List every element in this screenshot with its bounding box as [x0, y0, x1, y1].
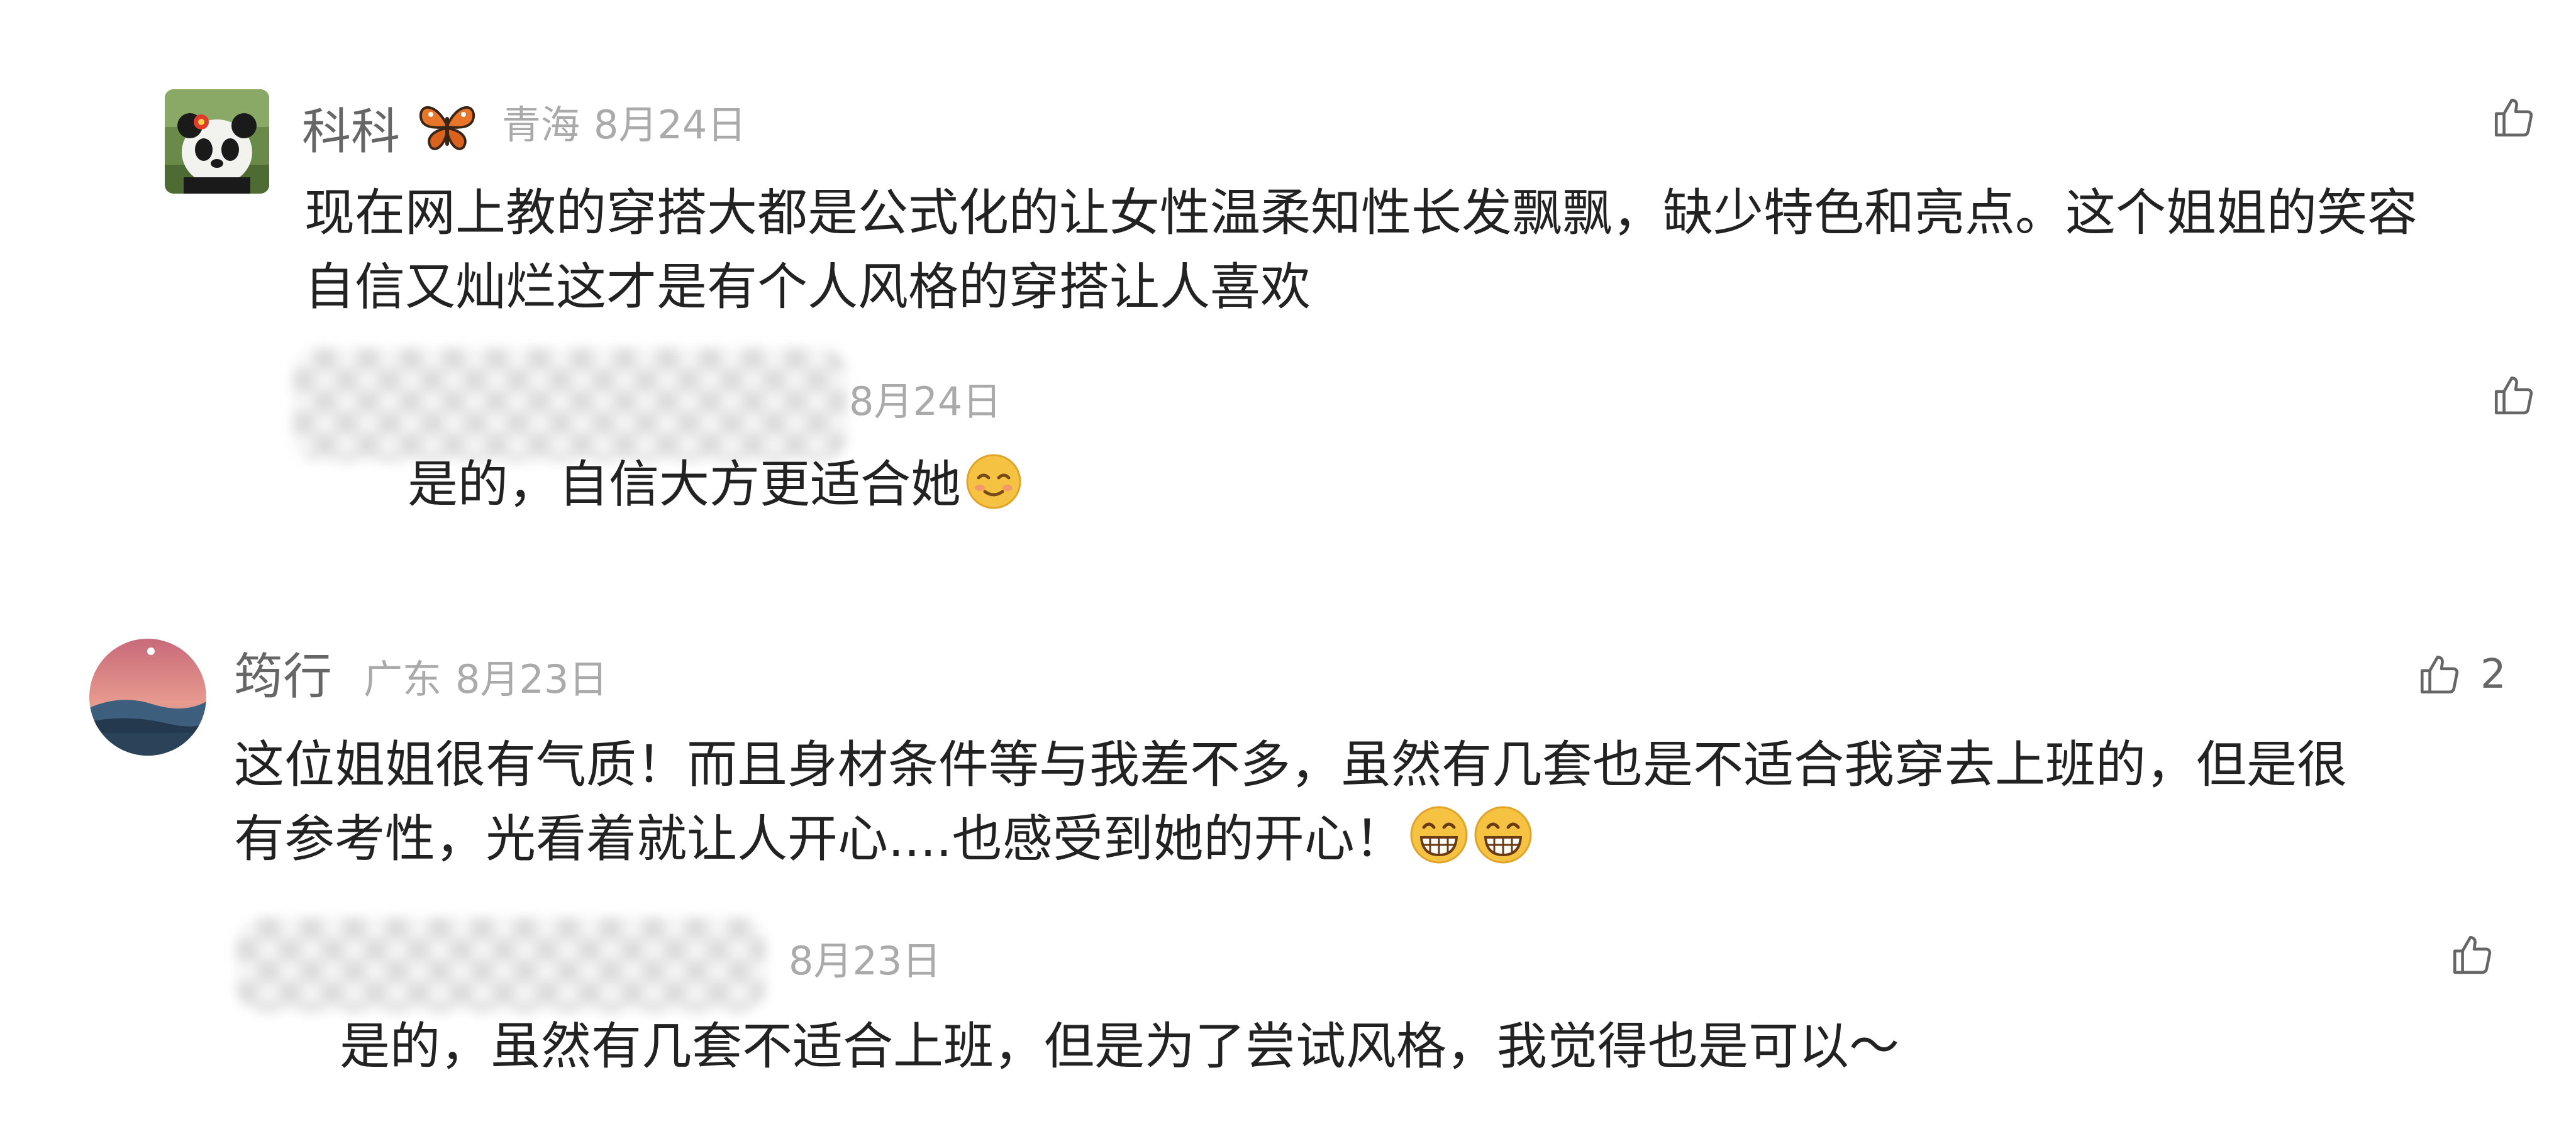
comment-username[interactable]: 筠行: [234, 653, 332, 702]
reply-text: 是的，自信大方更适合她: [408, 448, 1023, 531]
reply-text-content: 是的，自信大方更适合她: [408, 455, 961, 514]
comment-location: 青海: [502, 102, 580, 148]
thumbs-up-icon: [2494, 376, 2533, 415]
comment-text-line: 有参考性，光看着就让人开心....也感受到她的开心！: [234, 810, 1405, 868]
comment-text: 这位姐姐很有气质！而且身材条件等与我差不多，虽然有几套也是不适合我穿去上班的，但…: [234, 728, 2347, 885]
grinning-face-emoji: [1473, 805, 1533, 885]
comment-date: 8月23日: [455, 656, 608, 702]
relieved-face-emoji: [965, 453, 1023, 531]
comment-meta: 青海 8月24日: [502, 106, 746, 145]
reply-username-blurred: [236, 918, 766, 1012]
comment-username-text[interactable]: 科科: [302, 104, 400, 160]
avatar[interactable]: [165, 89, 269, 194]
panda-avatar-image: [165, 89, 269, 194]
comment-location: 广东: [364, 656, 442, 702]
reply-meta: 8月24日: [849, 382, 1001, 421]
thumbs-up-icon: [2453, 935, 2492, 974]
reply-username-blurred: [293, 348, 847, 461]
comment-text-line: 这位姐姐很有气质！而且身材条件等与我差不多，虽然有几套也是不适合我穿去上班的，但…: [234, 736, 2347, 794]
like-button[interactable]: [2490, 94, 2555, 141]
comment-date: 8月24日: [594, 102, 747, 148]
reply-like-button[interactable]: [2490, 372, 2555, 419]
comment-username-text[interactable]: 筠行: [234, 649, 332, 705]
comment-text: 现在网上教的穿搭大都是公式化的让女性温柔知性长发飘飘，缺少特色和亮点。这个姐姐的…: [304, 176, 2418, 324]
reply-meta: 8月23日: [789, 942, 941, 981]
sunset-avatar-image: [89, 639, 206, 756]
reply-like-button[interactable]: [2449, 932, 2513, 978]
comment-text-line: 现在网上教的穿搭大都是公式化的让女性温柔知性长发飘飘，缺少特色和亮点。这个姐姐的…: [304, 184, 2418, 242]
thumbs-up-icon: [2420, 655, 2459, 694]
comment-meta: 广东 8月23日: [364, 660, 608, 699]
thumbs-up-icon: [2494, 98, 2533, 137]
butterfly-icon: [418, 101, 476, 162]
reply-date: 8月24日: [849, 378, 1002, 424]
avatar[interactable]: [89, 639, 206, 756]
comment-username[interactable]: 科科: [302, 101, 476, 162]
like-button[interactable]: 2: [2416, 651, 2506, 698]
comment-text-line-with-emoji: 有参考性，光看着就让人开心....也感受到她的开心！: [234, 802, 2347, 885]
reply-text: 是的，虽然有几套不适合上班，但是为了尝试风格，我觉得也是可以～: [340, 1010, 1899, 1084]
reply-text-content: 是的，虽然有几套不适合上班，但是为了尝试风格，我觉得也是可以～: [340, 1017, 1899, 1076]
reply-date: 8月23日: [789, 938, 941, 984]
comment-text-line: 自信又灿烂这才是有个人风格的穿搭让人喜欢: [304, 258, 1311, 316]
like-count: 2: [2480, 651, 2506, 698]
grinning-face-emoji: [1409, 805, 1469, 885]
